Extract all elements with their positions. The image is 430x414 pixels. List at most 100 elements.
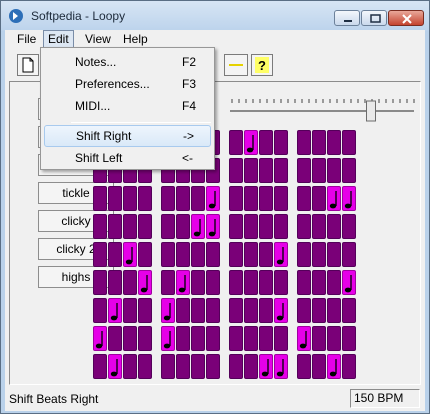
note-cell-off[interactable] — [244, 186, 258, 211]
note-cell-off[interactable] — [229, 214, 243, 239]
note-cell-off[interactable] — [274, 186, 288, 211]
note-cell-off[interactable] — [342, 326, 356, 351]
note-cell-on[interactable] — [342, 270, 356, 295]
note-cell-off[interactable] — [259, 298, 273, 323]
note-cell-off[interactable] — [93, 186, 107, 211]
note-cell-off[interactable] — [312, 270, 326, 295]
note-cell-on[interactable] — [342, 186, 356, 211]
note-cell-off[interactable] — [93, 242, 107, 267]
close-button[interactable] — [388, 10, 424, 26]
note-cell-on[interactable] — [108, 298, 122, 323]
note-cell-off[interactable] — [191, 270, 205, 295]
note-cell-on[interactable] — [191, 214, 205, 239]
note-cell-off[interactable] — [123, 354, 137, 379]
note-cell-off[interactable] — [312, 214, 326, 239]
note-cell-off[interactable] — [312, 158, 326, 183]
note-cell-off[interactable] — [93, 270, 107, 295]
note-cell-off[interactable] — [274, 130, 288, 155]
help-button[interactable]: ? — [251, 54, 273, 76]
note-cell-off[interactable] — [297, 354, 311, 379]
note-cell-off[interactable] — [312, 326, 326, 351]
toolbar-button-yellow[interactable] — [224, 54, 248, 76]
note-cell-off[interactable] — [191, 186, 205, 211]
menu-item-shift-left[interactable]: Shift Left <- — [44, 147, 211, 169]
note-cell-off[interactable] — [161, 242, 175, 267]
note-cell-off[interactable] — [161, 186, 175, 211]
note-cell-off[interactable] — [229, 354, 243, 379]
note-cell-off[interactable] — [206, 270, 220, 295]
note-cell-off[interactable] — [138, 354, 152, 379]
note-cell-off[interactable] — [108, 326, 122, 351]
note-cell-on[interactable] — [138, 270, 152, 295]
note-cell-off[interactable] — [138, 186, 152, 211]
note-cell-off[interactable] — [244, 214, 258, 239]
note-cell-off[interactable] — [327, 270, 341, 295]
note-cell-on[interactable] — [108, 354, 122, 379]
note-cell-off[interactable] — [108, 242, 122, 267]
note-cell-on[interactable] — [297, 326, 311, 351]
note-cell-off[interactable] — [161, 270, 175, 295]
note-cell-off[interactable] — [138, 326, 152, 351]
note-cell-off[interactable] — [123, 270, 137, 295]
note-cell-off[interactable] — [297, 186, 311, 211]
note-cell-off[interactable] — [327, 214, 341, 239]
note-cell-off[interactable] — [191, 298, 205, 323]
tempo-slider[interactable] — [228, 96, 416, 126]
note-cell-on[interactable] — [327, 354, 341, 379]
note-cell-off[interactable] — [176, 326, 190, 351]
note-cell-off[interactable] — [176, 242, 190, 267]
note-cell-off[interactable] — [312, 130, 326, 155]
note-cell-off[interactable] — [108, 270, 122, 295]
note-cell-off[interactable] — [123, 326, 137, 351]
note-cell-off[interactable] — [244, 326, 258, 351]
note-cell-off[interactable] — [274, 326, 288, 351]
note-cell-off[interactable] — [229, 186, 243, 211]
menu-file[interactable]: File — [13, 30, 40, 49]
menu-item-midi[interactable]: MIDI... F4 — [44, 95, 211, 117]
note-cell-off[interactable] — [297, 298, 311, 323]
note-cell-off[interactable] — [206, 354, 220, 379]
note-cell-off[interactable] — [312, 242, 326, 267]
slider-thumb[interactable] — [366, 100, 376, 122]
note-cell-off[interactable] — [191, 354, 205, 379]
note-cell-off[interactable] — [259, 214, 273, 239]
note-cell-off[interactable] — [108, 186, 122, 211]
note-cell-off[interactable] — [138, 214, 152, 239]
note-cell-off[interactable] — [342, 242, 356, 267]
note-cell-off[interactable] — [176, 214, 190, 239]
note-cell-off[interactable] — [259, 186, 273, 211]
note-cell-off[interactable] — [327, 130, 341, 155]
note-cell-off[interactable] — [229, 158, 243, 183]
note-cell-off[interactable] — [123, 298, 137, 323]
note-cell-on[interactable] — [274, 354, 288, 379]
note-cell-off[interactable] — [312, 354, 326, 379]
note-cell-off[interactable] — [244, 158, 258, 183]
note-cell-off[interactable] — [297, 270, 311, 295]
note-cell-on[interactable] — [327, 186, 341, 211]
note-cell-off[interactable] — [244, 242, 258, 267]
note-cell-off[interactable] — [123, 186, 137, 211]
note-cell-off[interactable] — [327, 326, 341, 351]
note-cell-off[interactable] — [327, 298, 341, 323]
note-cell-off[interactable] — [191, 242, 205, 267]
note-cell-off[interactable] — [176, 186, 190, 211]
note-cell-on[interactable] — [244, 130, 258, 155]
note-cell-off[interactable] — [206, 242, 220, 267]
note-cell-on[interactable] — [274, 298, 288, 323]
note-cell-on[interactable] — [161, 298, 175, 323]
note-cell-off[interactable] — [327, 242, 341, 267]
menu-item-notes[interactable]: Notes... F2 — [44, 51, 211, 73]
note-cell-off[interactable] — [161, 354, 175, 379]
note-cell-off[interactable] — [176, 354, 190, 379]
note-cell-off[interactable] — [297, 158, 311, 183]
note-cell-off[interactable] — [176, 298, 190, 323]
note-cell-off[interactable] — [342, 298, 356, 323]
note-cell-off[interactable] — [191, 326, 205, 351]
note-cell-on[interactable] — [206, 214, 220, 239]
note-cell-off[interactable] — [206, 326, 220, 351]
note-cell-off[interactable] — [229, 130, 243, 155]
note-cell-off[interactable] — [229, 298, 243, 323]
note-cell-off[interactable] — [93, 298, 107, 323]
note-cell-off[interactable] — [259, 158, 273, 183]
note-cell-off[interactable] — [342, 354, 356, 379]
